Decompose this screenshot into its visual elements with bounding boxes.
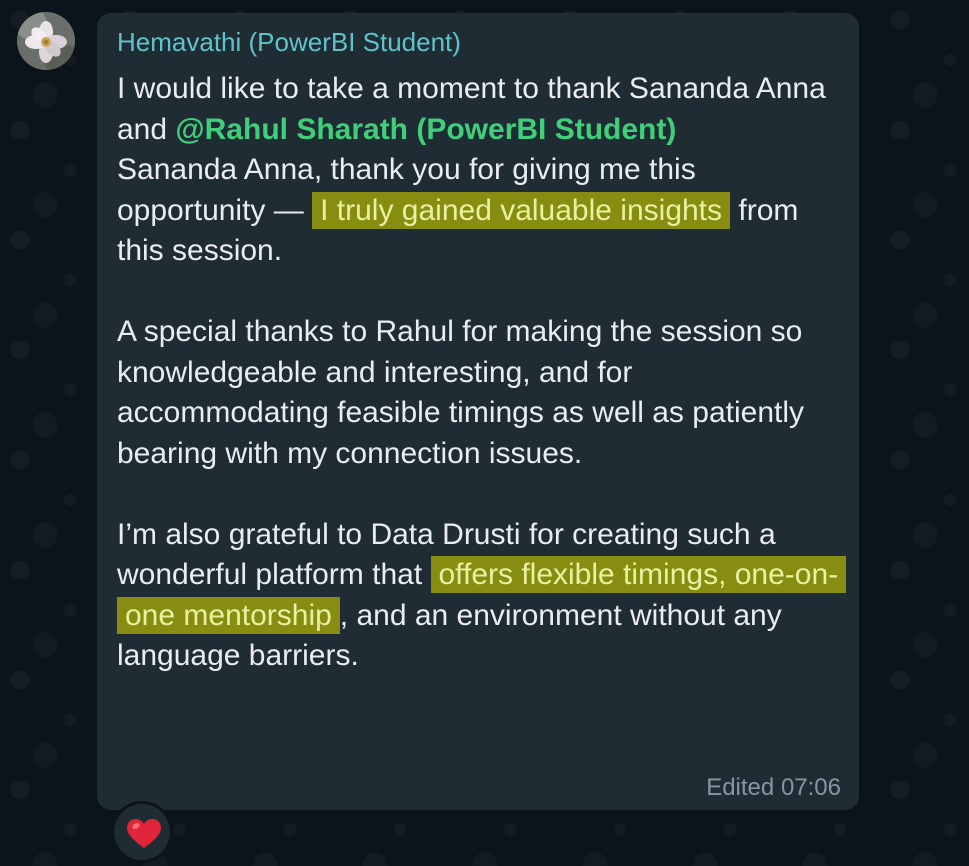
message-paragraph: I would like to take a moment to thank S…	[117, 69, 842, 150]
message-meta: Edited 07:06	[706, 774, 841, 802]
message-paragraph: Sananda Anna, thank you for giving me th…	[117, 150, 842, 272]
flower-avatar-image	[17, 12, 75, 70]
highlighted-text: I truly gained valuable insights	[312, 191, 731, 229]
message-paragraph: I’m also grateful to Data Drusti for cre…	[117, 515, 847, 677]
message-time: 07:06	[780, 774, 841, 801]
reaction-badge[interactable]	[111, 801, 173, 863]
heart-icon	[127, 819, 161, 848]
sender-name[interactable]: Hemavathi (PowerBI Student)	[117, 27, 461, 58]
message-bubble[interactable]: Hemavathi (PowerBI Student) I would like…	[97, 13, 859, 810]
sender-avatar[interactable]	[17, 12, 75, 70]
message-body: I would like to take a moment to thank S…	[117, 69, 847, 677]
user-mention[interactable]: @Rahul Sharath (PowerBI Student)	[175, 113, 676, 146]
edited-label: Edited	[706, 774, 775, 801]
message-paragraph: A special thanks to Rahul for making the…	[117, 315, 804, 470]
